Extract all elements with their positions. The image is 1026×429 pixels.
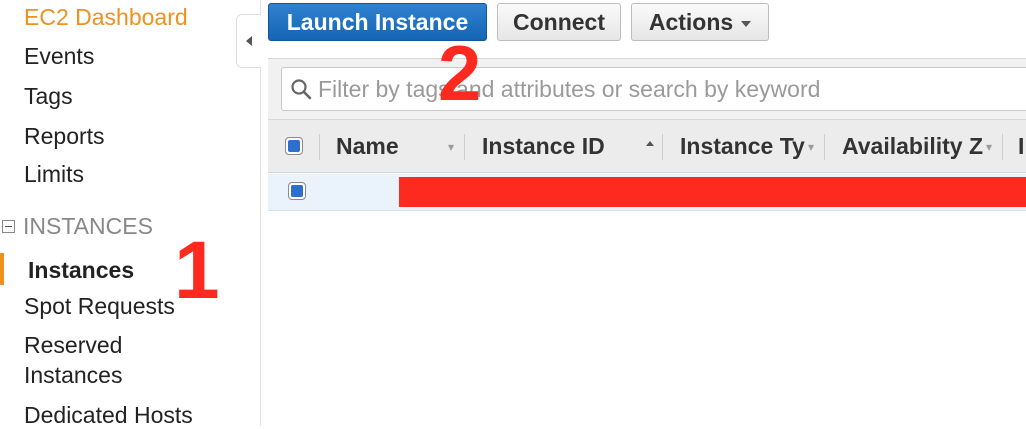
instances-panel: Name ▾ Instance ID Instance Ty ▾ Availab… xyxy=(268,58,1026,427)
annotation-step-1: 1 xyxy=(174,225,220,316)
column-header-availability-zone[interactable]: Availability Z xyxy=(842,120,984,172)
sidebar-item-label: Instances xyxy=(24,362,123,388)
sort-dropdown-icon[interactable]: ▾ xyxy=(986,140,992,154)
annotation-step-2: 2 xyxy=(438,29,482,117)
sidebar-item-ec2-dashboard[interactable]: EC2 Dashboard xyxy=(24,4,188,31)
sidebar-item-events[interactable]: Events xyxy=(24,43,94,70)
column-divider xyxy=(824,134,825,160)
redaction-bar xyxy=(399,177,1026,207)
column-header-instance-type[interactable]: Instance Ty xyxy=(680,120,806,172)
column-label: Availability Z xyxy=(842,132,984,159)
column-label: Instance ID xyxy=(482,132,605,159)
sidebar-item-instances[interactable]: Instances xyxy=(28,257,134,284)
table-row[interactable] xyxy=(268,174,1026,211)
sidebar-item-limits[interactable]: Limits xyxy=(24,161,84,188)
column-divider xyxy=(662,134,663,160)
connect-button[interactable]: Connect xyxy=(497,3,621,41)
chevron-left-icon xyxy=(246,36,252,46)
actions-dropdown-button[interactable]: Actions xyxy=(631,3,769,41)
sidebar-item-tags[interactable]: Tags xyxy=(24,83,73,110)
connect-label: Connect xyxy=(513,8,605,35)
column-header-instance-id[interactable]: Instance ID xyxy=(482,120,632,172)
sidebar-item-reports[interactable]: Reports xyxy=(24,123,105,150)
active-item-indicator xyxy=(0,253,4,285)
filter-bar xyxy=(268,59,1026,119)
sidebar-section-instances[interactable]: INSTANCES xyxy=(0,213,153,240)
sidebar-item-label: Reserved xyxy=(24,332,123,358)
sidebar-item-spot-requests[interactable]: Spot Requests xyxy=(24,293,175,320)
sidebar-section-label: INSTANCES xyxy=(23,213,153,239)
sort-dropdown-icon[interactable]: ▾ xyxy=(448,140,454,154)
sort-dropdown-icon[interactable]: ▾ xyxy=(808,140,814,154)
column-divider xyxy=(319,134,320,160)
sort-ascending-icon[interactable] xyxy=(646,141,654,146)
row-checkbox[interactable] xyxy=(288,182,306,200)
select-all-checkbox[interactable] xyxy=(285,137,303,155)
chevron-down-icon xyxy=(741,21,752,27)
table-header: Name ▾ Instance ID Instance Ty ▾ Availab… xyxy=(268,119,1026,173)
column-header-next[interactable]: I xyxy=(1018,120,1026,172)
column-label: Instance Ty xyxy=(680,132,805,159)
column-label: I xyxy=(1018,132,1025,159)
collapse-sidebar-button[interactable] xyxy=(236,14,261,68)
filter-input[interactable] xyxy=(312,74,1026,104)
sidebar-item-reserved-instances[interactable]: Reserved Instances xyxy=(24,330,122,390)
column-divider xyxy=(464,134,465,160)
actions-label: Actions xyxy=(648,8,734,35)
search-icon xyxy=(291,79,312,100)
sidebar-item-dedicated-hosts[interactable]: Dedicated Hosts xyxy=(24,402,193,429)
select-all-cell xyxy=(285,120,303,172)
column-divider xyxy=(1002,134,1003,160)
filter-search-box[interactable] xyxy=(281,67,1026,111)
collapse-minus-icon[interactable] xyxy=(2,220,15,233)
column-header-name[interactable]: Name xyxy=(336,120,456,172)
column-label: Name xyxy=(336,132,399,159)
sidebar: EC2 Dashboard Events Tags Reports Limits… xyxy=(0,0,261,429)
